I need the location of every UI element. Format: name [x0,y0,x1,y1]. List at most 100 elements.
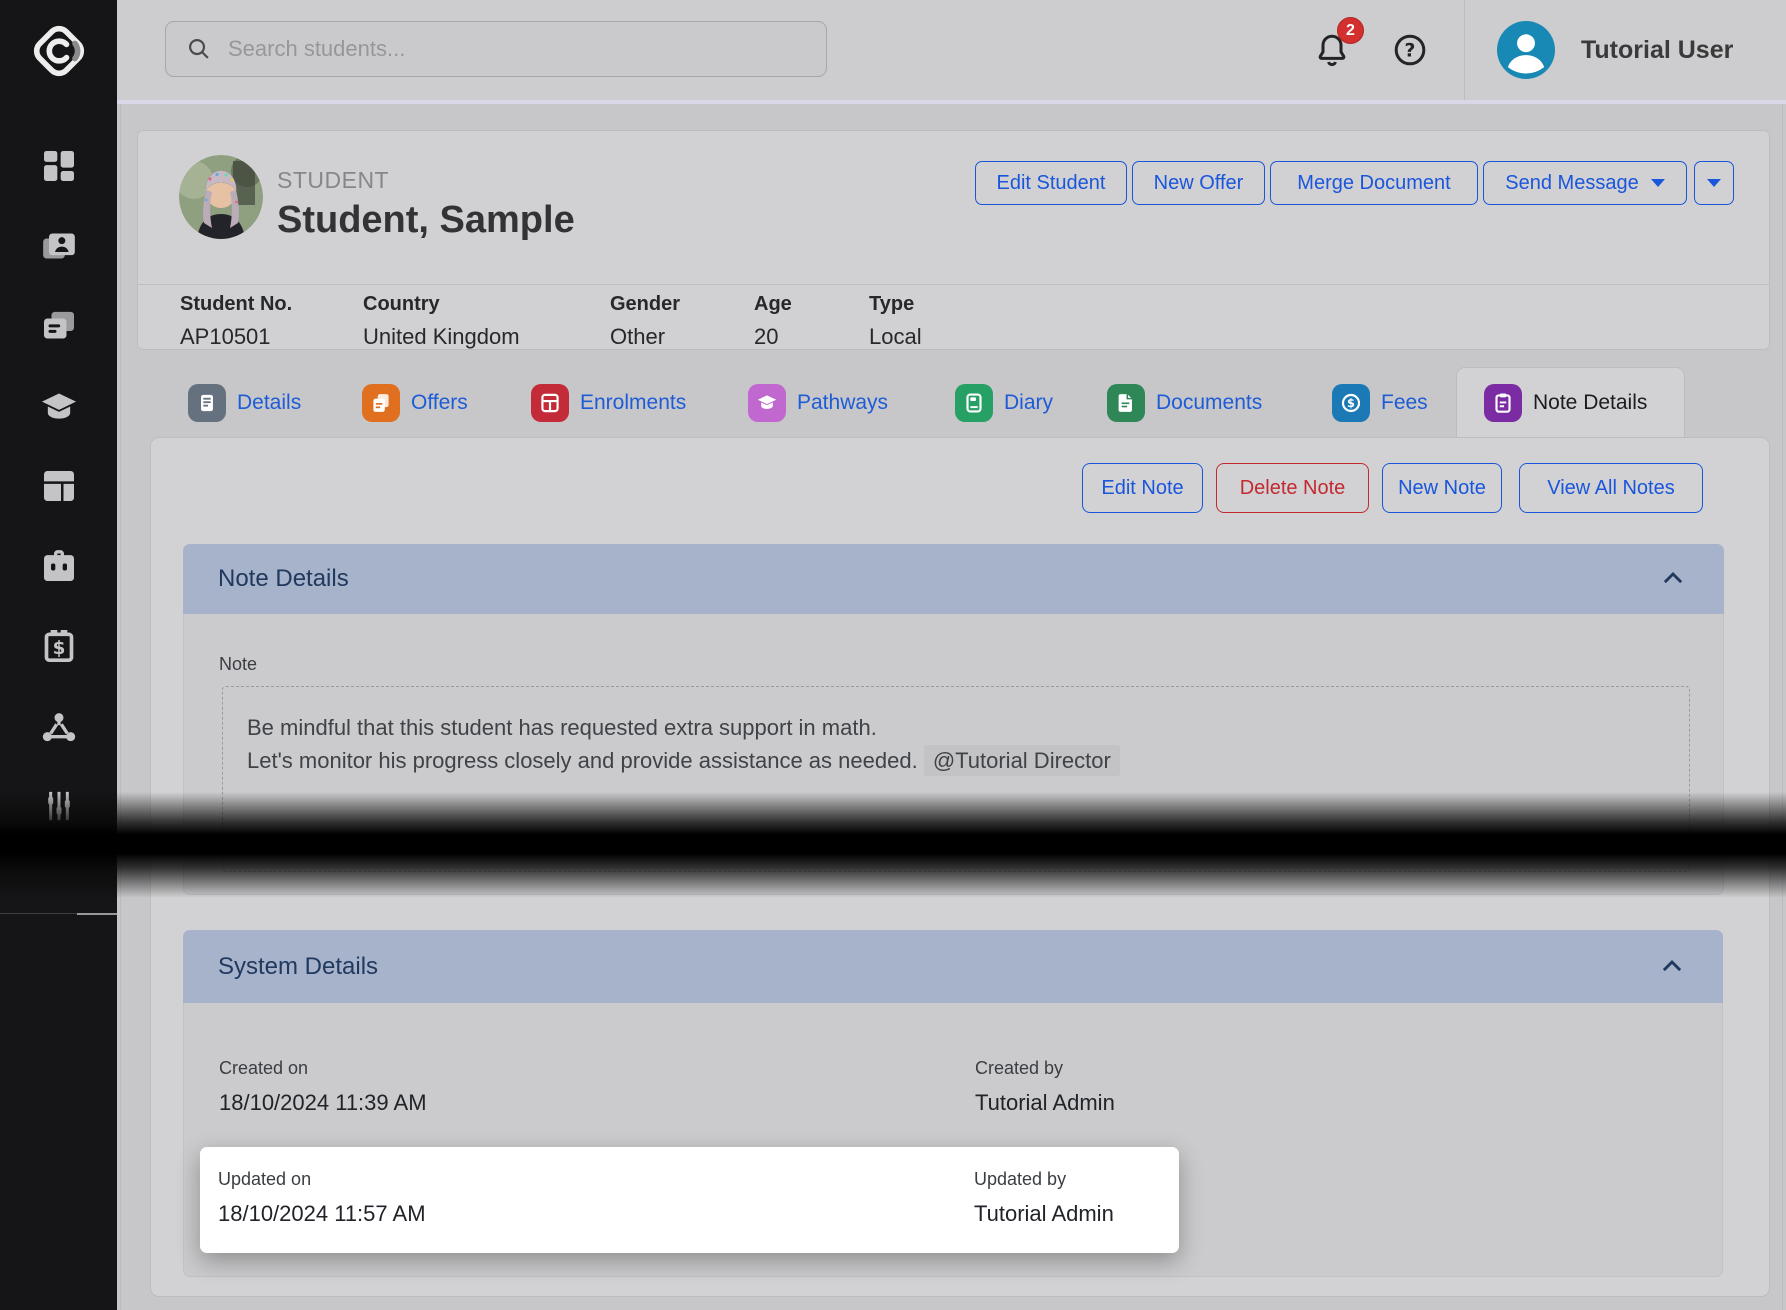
student-name: Student, Sample [277,199,575,242]
field-label: Gender [610,293,680,316]
view-all-notes-button[interactable]: View All Notes [1519,463,1703,513]
details-tab-icon [188,384,226,422]
field-label: Age [754,293,792,316]
dashboard-icon [39,146,79,186]
meta-label: Created by [975,1058,1115,1079]
field-type: Type Local [869,293,922,350]
students-icon [39,226,79,266]
tab-details[interactable]: Details [188,384,301,422]
diary-tab-icon [955,384,993,422]
field-value: AP10501 [180,324,292,350]
user-menu[interactable]: Tutorial User [1497,0,1733,100]
documents-tab-icon [1107,384,1145,422]
tab-pathways[interactable]: Pathways [748,384,888,422]
field-label: Student No. [180,293,292,316]
sidebar-item-offers[interactable] [0,303,117,349]
mention-chip[interactable]: @Tutorial Director [924,745,1120,776]
sidebar-item-classes[interactable] [0,463,117,509]
field-country: Country United Kingdom [363,293,520,350]
student-search[interactable] [165,21,827,77]
field-value: 20 [754,324,792,350]
tab-documents[interactable]: Documents [1107,384,1262,422]
sidebar-item-courses[interactable] [0,383,117,429]
field-age: Age 20 [754,293,792,350]
note-panel-body: Note Be mindful that this student has re… [183,614,1724,895]
meta-value: Tutorial Admin [974,1201,1114,1227]
created-by-field: Created by Tutorial Admin [975,1058,1115,1116]
note-field-label: Note [219,654,257,675]
note-details-tab-icon [1484,384,1522,422]
tutorial-spotlight: Updated on 18/10/2024 11:57 AM Updated b… [200,1147,1179,1253]
layout-icon [39,466,79,506]
network-icon [39,706,79,746]
merge-document-button[interactable]: Merge Document [1270,161,1478,205]
field-gender: Gender Other [610,293,680,350]
avatar-icon [1497,21,1555,79]
tab-fees[interactable]: $ Fees [1332,384,1428,422]
meta-value: Tutorial Admin [975,1090,1115,1116]
fees-tab-icon: $ [1332,384,1370,422]
briefcase-icon [39,546,79,586]
meta-label: Created on [219,1058,427,1079]
new-note-button[interactable]: New Note [1382,463,1502,513]
sidebar-item-dashboard[interactable] [0,143,117,189]
send-message-button[interactable]: Send Message [1483,161,1687,205]
caret-down-icon [1651,179,1665,187]
tab-diary[interactable]: Diary [955,384,1053,422]
meta-value: 18/10/2024 11:57 AM [218,1201,426,1227]
sidebar-divider-accent [77,913,117,915]
delete-note-button[interactable]: Delete Note [1216,463,1369,513]
note-text: Be mindful that this student has request… [247,711,1120,777]
topbar-divider [1464,0,1465,100]
notifications-button[interactable]: 2 [1300,0,1364,100]
new-offer-button[interactable]: New Offer [1132,161,1265,205]
sidebar-item-finance[interactable]: $ [0,623,117,669]
sidebar-item-settings[interactable] [0,783,117,829]
svg-text:$: $ [1347,396,1355,410]
svg-text:?: ? [1405,40,1416,61]
help-button[interactable]: ? [1378,0,1442,100]
tab-offers[interactable]: Offers [362,384,468,422]
edit-note-button[interactable]: Edit Note [1082,463,1203,513]
notification-badge: 2 [1337,17,1364,44]
graduation-cap-icon [39,386,79,426]
system-panel-title: System Details [218,953,378,981]
more-actions-button[interactable] [1694,161,1734,205]
created-on-field: Created on 18/10/2024 11:39 AM [219,1058,427,1116]
note-line-2: Let's monitor his progress closely and p… [247,744,1120,777]
edit-student-button[interactable]: Edit Student [975,161,1127,205]
app-logo-icon[interactable] [0,8,117,94]
price-tag-icon: $ [39,626,79,666]
system-panel-header[interactable]: System Details [183,930,1723,1003]
tab-note-details[interactable]: Note Details [1456,367,1685,438]
tab-enrolments[interactable]: Enrolments [531,384,686,422]
sidebar-item-students[interactable] [0,223,117,269]
svg-text:$: $ [52,638,65,659]
note-content-box[interactable]: Be mindful that this student has request… [222,686,1690,872]
field-value: Local [869,324,922,350]
chevron-up-icon[interactable] [1657,952,1687,982]
pathways-tab-icon [748,384,786,422]
enrolments-tab-icon [531,384,569,422]
sidebar: $ [0,0,117,1310]
search-icon [186,36,212,62]
sidebar-item-pathways[interactable] [0,703,117,749]
field-value: Other [610,324,680,350]
help-icon: ? [1392,32,1428,68]
field-label: Type [869,293,922,316]
sliders-icon [39,786,79,826]
caret-down-icon [1707,179,1721,187]
field-student-no: Student No. AP10501 [180,293,292,350]
note-panel-header[interactable]: Note Details [183,544,1724,614]
search-input[interactable] [226,35,826,63]
meta-label: Updated by [974,1169,1114,1190]
field-label: Country [363,293,520,316]
user-name: Tutorial User [1581,36,1733,65]
card-divider [138,284,1769,285]
offers-icon [39,306,79,346]
meta-value: 18/10/2024 11:39 AM [219,1090,427,1116]
chevron-up-icon[interactable] [1658,564,1688,594]
sidebar-item-services[interactable] [0,543,117,589]
updated-on-field: Updated on 18/10/2024 11:57 AM [218,1169,426,1227]
note-panel-title: Note Details [218,565,349,593]
